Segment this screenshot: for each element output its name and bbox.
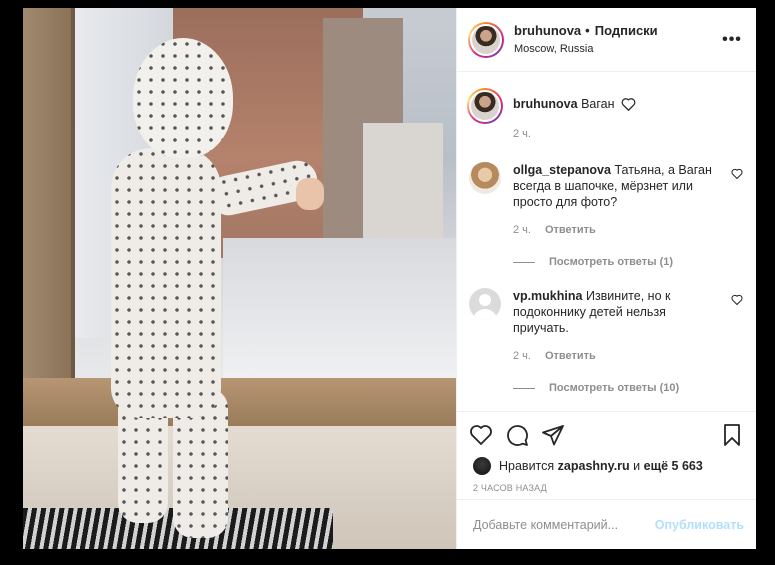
heart-icon[interactable] bbox=[730, 294, 744, 305]
likes-prefix: Нравится bbox=[499, 459, 555, 473]
post-dialog: bruhunova • Подписки Moscow, Russia ••• … bbox=[23, 8, 756, 549]
post-photo[interactable] bbox=[23, 8, 456, 549]
post-timestamp[interactable]: 2 ЧАСОВ НАЗАД bbox=[457, 475, 756, 499]
likes-conj: и bbox=[633, 459, 641, 473]
photo-building bbox=[363, 123, 443, 253]
heart-icon[interactable] bbox=[621, 97, 636, 111]
more-icon[interactable]: ••• bbox=[720, 31, 744, 49]
add-comment-bar: Опубликовать bbox=[457, 499, 756, 549]
caption-avatar[interactable] bbox=[467, 88, 503, 124]
view-replies-button[interactable]: Посмотреть ответы (10) bbox=[513, 382, 744, 394]
separator-dot: • bbox=[585, 22, 590, 38]
reply-button[interactable]: Ответить bbox=[545, 348, 596, 364]
divider-line bbox=[513, 261, 535, 263]
comment-avatar[interactable] bbox=[469, 162, 501, 194]
comment-icon[interactable] bbox=[505, 423, 529, 447]
liker-username[interactable]: zapashny.ru bbox=[558, 459, 630, 473]
comment-item: ollga_stepanova Татьяна, а Ваган всегда … bbox=[469, 162, 744, 238]
comment-input[interactable] bbox=[473, 517, 655, 532]
comment-item: vp.mukhina Извините, но к подоконнику де… bbox=[469, 288, 744, 364]
caption-time: 2 ч. bbox=[513, 128, 531, 140]
comment-time: 2 ч. bbox=[513, 350, 531, 362]
action-bar bbox=[457, 411, 756, 457]
heart-icon[interactable] bbox=[730, 168, 744, 179]
comments-list[interactable]: bruhunova Ваган 2 ч. ollga_stepanova Тат… bbox=[457, 72, 756, 411]
likes-count[interactable]: ещё 5 663 bbox=[644, 459, 703, 473]
author-info: bruhunova • Подписки Moscow, Russia bbox=[514, 22, 720, 58]
view-replies-button[interactable]: Посмотреть ответы (1) bbox=[513, 256, 744, 268]
share-icon[interactable] bbox=[541, 423, 565, 447]
photo-wall bbox=[23, 8, 71, 408]
post-header: bruhunova • Подписки Moscow, Russia ••• bbox=[457, 8, 756, 72]
bookmark-icon[interactable] bbox=[720, 423, 744, 447]
comment-avatar[interactable] bbox=[469, 288, 501, 320]
caption-username[interactable]: bruhunova bbox=[513, 96, 578, 112]
view-replies-label: Посмотреть ответы (1) bbox=[549, 256, 674, 268]
comment-username[interactable]: ollga_stepanova bbox=[513, 163, 611, 177]
caption: bruhunova Ваган 2 ч. bbox=[467, 88, 744, 142]
comment-username[interactable]: vp.mukhina bbox=[513, 289, 582, 303]
heart-icon[interactable] bbox=[469, 423, 493, 447]
divider-line bbox=[513, 387, 535, 389]
post-side-panel: bruhunova • Подписки Moscow, Russia ••• … bbox=[456, 8, 756, 549]
photo-baby-hand bbox=[296, 178, 324, 210]
photo-baby-body bbox=[111, 148, 221, 418]
likes-summary: Нравится zapashny.ru и ещё 5 663 bbox=[457, 457, 756, 475]
comment-time: 2 ч. bbox=[513, 224, 531, 236]
reply-button[interactable]: Ответить bbox=[545, 222, 596, 238]
photo-snow bbox=[223, 238, 456, 380]
author-username[interactable]: bruhunova bbox=[514, 22, 581, 40]
publish-button[interactable]: Опубликовать bbox=[655, 518, 744, 532]
liker-avatar[interactable] bbox=[473, 457, 491, 475]
photo-window-sill bbox=[23, 378, 456, 426]
post-location[interactable]: Moscow, Russia bbox=[514, 40, 720, 58]
following-button[interactable]: Подписки bbox=[595, 22, 658, 40]
author-avatar[interactable] bbox=[468, 21, 504, 58]
photo-baby-head bbox=[133, 38, 233, 158]
view-replies-label: Посмотреть ответы (10) bbox=[549, 382, 680, 394]
caption-text: Ваган bbox=[581, 97, 615, 111]
